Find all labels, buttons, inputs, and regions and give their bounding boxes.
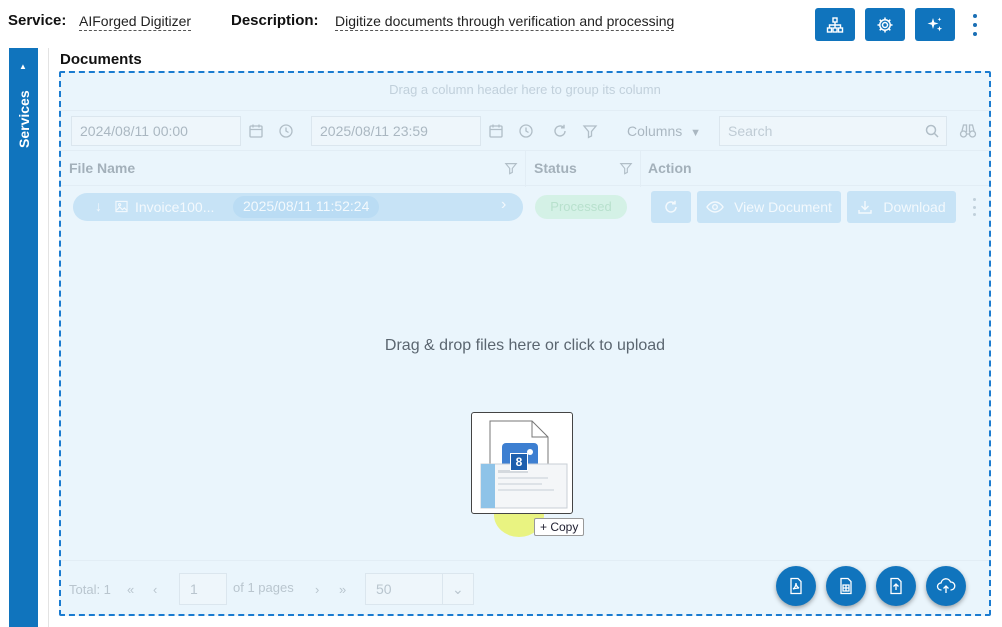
hierarchy-icon — [826, 16, 844, 33]
status-badge: Processed — [535, 195, 627, 219]
chevron-down-icon[interactable]: ⌄ — [442, 573, 474, 605]
column-divider[interactable] — [525, 151, 526, 187]
grid-toolbar: 2024/08/11 00:00 2025/08/11 23:59 Column… — [61, 110, 989, 150]
page-size-select[interactable]: 50 — [365, 573, 443, 605]
hierarchy-button[interactable] — [815, 8, 855, 41]
filter-icon[interactable] — [504, 161, 518, 180]
gear-icon — [877, 17, 893, 32]
download-label: Download — [883, 199, 946, 215]
view-document-button[interactable]: View Document — [697, 191, 841, 223]
row-more-icon[interactable] — [971, 198, 977, 216]
settings-button[interactable] — [865, 8, 905, 41]
upload-file-button[interactable] — [876, 566, 916, 606]
eye-icon — [706, 201, 724, 213]
file-row-pill[interactable]: ↓ Invoice100... 2025/08/11 11:52:24 › — [73, 193, 523, 221]
filter-icon[interactable] — [575, 116, 605, 146]
upload-hint: Drag & drop files here or click to uploa… — [384, 337, 666, 354]
top-bar: Service: AIForged Digitizer Description:… — [0, 0, 1002, 44]
upload-dropzone[interactable]: Drag a column header here to group its c… — [59, 71, 991, 616]
group-panel-hint[interactable]: Drag a column header here to group its c… — [61, 82, 989, 97]
column-header-status[interactable]: Status — [534, 160, 577, 176]
page-number-input[interactable]: 1 — [179, 573, 227, 605]
reprocess-button[interactable] — [651, 191, 691, 223]
arrow-down-icon: ↓ — [95, 198, 102, 214]
description-value[interactable]: Digitize documents through verification … — [335, 13, 675, 31]
column-header-file-name[interactable]: File Name — [69, 160, 135, 176]
file-upload-icon — [890, 577, 902, 595]
grid-header: File Name Status Action — [61, 150, 989, 187]
columns-label: Columns — [627, 123, 683, 139]
caret-down-icon: ▼ — [690, 127, 702, 139]
search-input[interactable]: Search — [719, 116, 947, 146]
calendar-icon[interactable] — [241, 116, 271, 146]
divider — [48, 48, 49, 627]
file-date: 2025/08/11 11:52:24 — [233, 196, 380, 218]
filter-icon[interactable] — [619, 161, 633, 180]
search-icon[interactable] — [917, 116, 947, 146]
view-document-label: View Document — [734, 199, 832, 215]
documents-title: Documents — [60, 51, 142, 68]
first-page-icon[interactable]: « — [127, 582, 134, 597]
services-tab-label: Services — [16, 90, 32, 148]
services-sidebar[interactable]: ▲ Services — [9, 48, 38, 627]
column-header-action[interactable]: Action — [648, 160, 692, 176]
date-from-input[interactable]: 2024/08/11 00:00 — [71, 116, 241, 146]
spreadsheet-file-icon — [840, 577, 852, 595]
service-name[interactable]: AIForged Digitizer — [79, 13, 192, 31]
download-button[interactable]: Download — [847, 191, 956, 223]
refresh-icon[interactable] — [545, 116, 575, 146]
next-page-icon[interactable]: › — [315, 582, 319, 597]
collapse-arrow-icon[interactable]: ▲ — [19, 62, 27, 71]
date-to-input[interactable]: 2025/08/11 23:59 — [311, 116, 481, 146]
description-label: Description: — [231, 12, 319, 29]
upload-spreadsheet-button[interactable] — [826, 566, 866, 606]
download-icon — [858, 201, 873, 214]
clock-icon[interactable] — [511, 116, 541, 146]
service-label: Service: — [8, 12, 67, 29]
chevron-right-icon[interactable]: › — [501, 196, 506, 214]
cloud-upload-icon — [936, 578, 956, 593]
upload-pdf-button[interactable] — [776, 566, 816, 606]
more-vertical-icon[interactable] — [968, 14, 982, 36]
pager-total: Total: 1 — [69, 582, 111, 597]
image-file-icon — [115, 200, 128, 218]
drag-count-badge: 8 — [510, 453, 528, 471]
columns-button[interactable]: Columns ▼ — [627, 123, 701, 139]
pager-of-pages: of 1 pages — [233, 580, 294, 595]
column-divider[interactable] — [640, 151, 641, 187]
drag-preview: 8 — [471, 412, 573, 514]
clock-icon[interactable] — [271, 116, 301, 146]
copy-tooltip: + Copy — [534, 518, 585, 536]
calendar-icon[interactable] — [481, 116, 511, 146]
binoculars-icon[interactable] — [953, 116, 983, 146]
refresh-icon — [665, 200, 677, 213]
file-name: Invoice100... — [135, 199, 215, 215]
ai-button[interactable] — [915, 8, 955, 41]
cloud-upload-button[interactable] — [926, 566, 966, 606]
last-page-icon[interactable]: » — [339, 582, 346, 597]
table-row[interactable]: ↓ Invoice100... 2025/08/11 11:52:24 › Pr… — [61, 190, 989, 230]
pdf-file-icon — [790, 577, 802, 595]
prev-page-icon[interactable]: ‹ — [153, 582, 157, 597]
sparkle-icon — [927, 17, 943, 31]
